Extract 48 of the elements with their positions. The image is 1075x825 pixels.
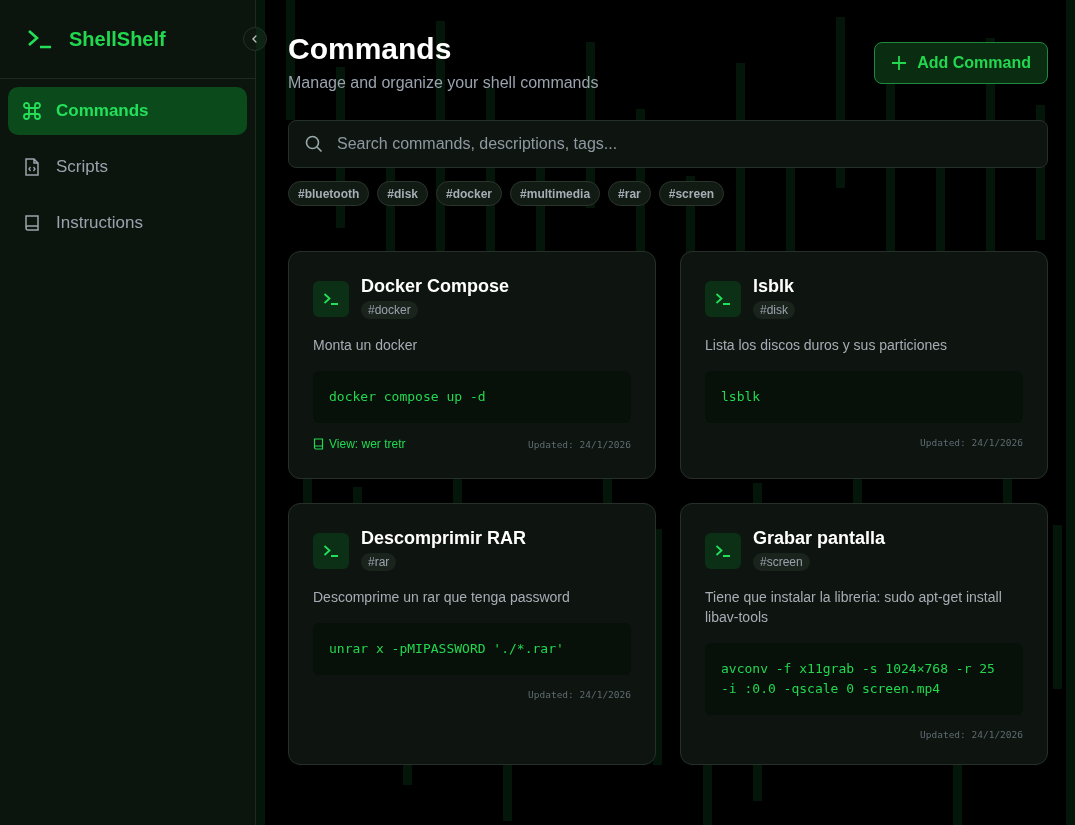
card-title: Descomprimir RAR [361, 528, 527, 549]
card-tag: #disk [753, 301, 795, 319]
search-field[interactable]: Search commands, descriptions, tags... [288, 120, 1048, 168]
updated-date: Updated: 24/1/2026 [528, 689, 631, 700]
card-tag: #rar [361, 553, 397, 571]
tag-filter[interactable]: #docker [436, 181, 503, 206]
terminal-icon [313, 281, 349, 317]
sidebar-item[interactable]: Scripts [8, 143, 247, 191]
card-title: lsblk [753, 276, 795, 297]
tag-filter[interactable]: #bluetooth [288, 181, 370, 206]
tag-filter[interactable]: #multimedia [510, 181, 601, 206]
sidebar-item[interactable]: Instructions [8, 199, 247, 247]
updated-date: Updated: 24/1/2026 [920, 729, 1023, 740]
chevron-left-icon [250, 34, 260, 44]
book-icon [22, 213, 42, 233]
updated-date: Updated: 24/1/2026 [920, 437, 1023, 448]
command-code: docker compose up -d [313, 371, 631, 423]
plus-icon [891, 55, 908, 71]
card-description: Tiene que instalar la libreria: sudo apt-get install libav-tools [705, 588, 1003, 627]
card-description: Descomprime un rar que tenga password [313, 588, 571, 607]
card-title: Docker Compose [361, 276, 510, 297]
tag-filter[interactable]: #rar [608, 181, 651, 206]
card-title: Grabar pantalla [753, 528, 886, 549]
brand-name: ShellShelf [69, 27, 166, 51]
search-icon [305, 135, 323, 153]
sidebar-item[interactable]: Commands [8, 87, 247, 135]
terminal-icon [705, 533, 741, 569]
terminal-icon [705, 281, 741, 317]
book-icon [313, 438, 324, 450]
terminal-icon [313, 533, 349, 569]
command-code: lsblk [705, 371, 1023, 423]
command-key-icon [22, 101, 42, 121]
terminal-prompt-icon [27, 28, 53, 50]
page-subtitle: Manage and organize your shell commands [288, 74, 599, 92]
command-code: unrar x -pMIPASSWORD './*.rar' [313, 623, 631, 675]
updated-date: Updated: 24/1/2026 [528, 438, 631, 450]
view-link[interactable]: View: wer tretr [313, 437, 406, 451]
command-code: avconv -f x11grab -s 1024×768 -r 25 -i :0.0 -qscale 0 screen.mp4 [705, 643, 1023, 715]
code-file-icon [22, 157, 42, 177]
collapse-button[interactable] [243, 27, 267, 51]
tag-filter[interactable]: #screen [658, 181, 725, 206]
page-title: Commands [288, 32, 453, 66]
card-description: Lista los discos duros y sus particiones [705, 336, 948, 355]
card-description: Monta un docker [313, 336, 419, 355]
tag-filter[interactable]: #disk [377, 181, 428, 206]
card-tag: #docker [361, 301, 418, 319]
add-command-button[interactable]: Add Command [874, 42, 1048, 84]
card-tag: #screen [753, 553, 810, 571]
